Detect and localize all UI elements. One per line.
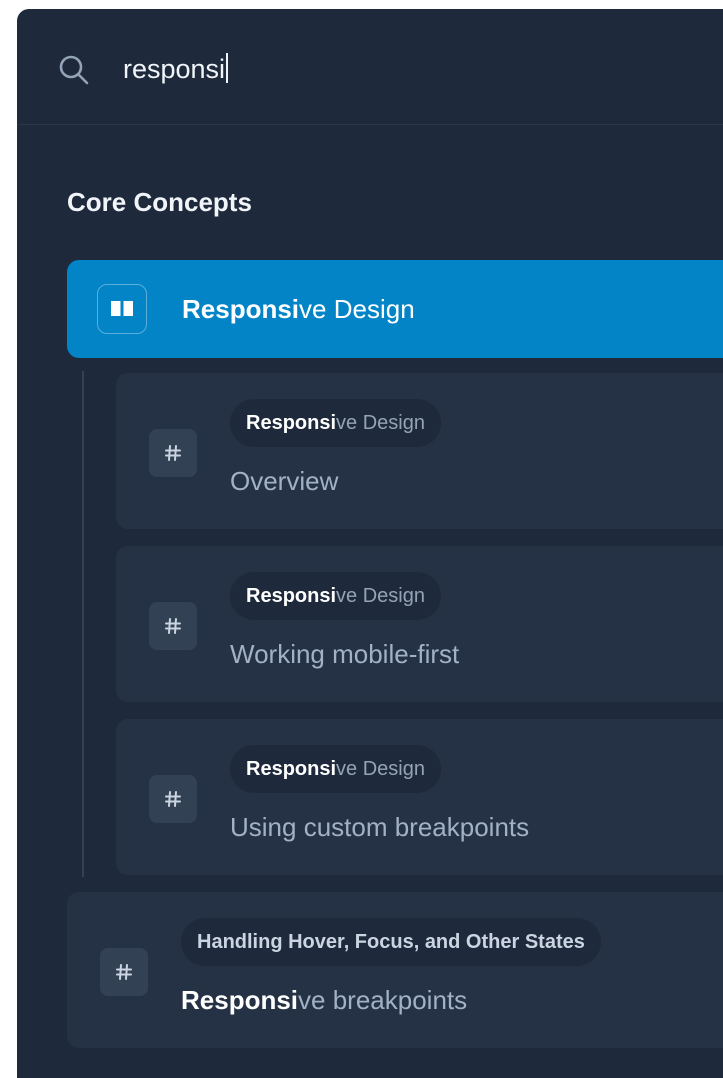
match-highlight: Responsi	[246, 758, 337, 780]
match-highlight: Responsi	[246, 412, 337, 434]
search-result-overview[interactable]: Responsive Design Overview	[116, 373, 723, 529]
section-title: Core Concepts	[67, 187, 252, 217]
search-result-responsive-design[interactable]: Responsive Design	[67, 260, 723, 358]
hash-icon	[149, 602, 197, 650]
match-highlight: Responsi	[181, 985, 299, 1015]
search-input[interactable]: responsi	[123, 51, 229, 87]
search-query: responsi	[123, 54, 226, 84]
breadcrumb-pill: Responsive Design	[230, 572, 441, 620]
search-modal: responsi Core Concepts Responsive Design…	[17, 9, 723, 1078]
search-bar: responsi	[17, 9, 723, 125]
breadcrumb-rest: ve Design	[336, 412, 425, 434]
breadcrumb-rest: ve Design	[336, 585, 425, 607]
search-result-using-custom-breakpoints[interactable]: Responsive Design Using custom breakpoin…	[116, 719, 723, 875]
tree-connector	[82, 371, 84, 877]
result-title-rest: ve breakpoints	[298, 985, 468, 1015]
search-icon	[59, 55, 89, 85]
breadcrumb-pill: Responsive Design	[230, 745, 441, 793]
search-result-working-mobile-first[interactable]: Responsive Design Working mobile-first	[116, 546, 723, 702]
hash-icon	[100, 948, 148, 996]
result-title: Working mobile-first	[230, 639, 460, 669]
match-highlight: Responsi	[182, 294, 300, 324]
hash-icon	[149, 775, 197, 823]
text-caret	[226, 53, 229, 83]
result-title: Responsive Design	[182, 292, 415, 326]
hash-icon	[149, 429, 197, 477]
breadcrumb-rest: ve Design	[336, 758, 425, 780]
book-icon	[97, 284, 147, 334]
result-title: Overview	[230, 466, 339, 496]
breadcrumb-pill: Handling Hover, Focus, and Other States	[181, 918, 601, 966]
match-highlight: Responsi	[246, 585, 337, 607]
result-title: Responsive breakpoints	[181, 982, 467, 1018]
search-result-responsive-breakpoints[interactable]: Handling Hover, Focus, and Other States …	[67, 892, 723, 1048]
result-title: Using custom breakpoints	[230, 812, 530, 842]
breadcrumb-pill: Responsive Design	[230, 399, 441, 447]
result-title-rest: ve Design	[299, 294, 415, 324]
